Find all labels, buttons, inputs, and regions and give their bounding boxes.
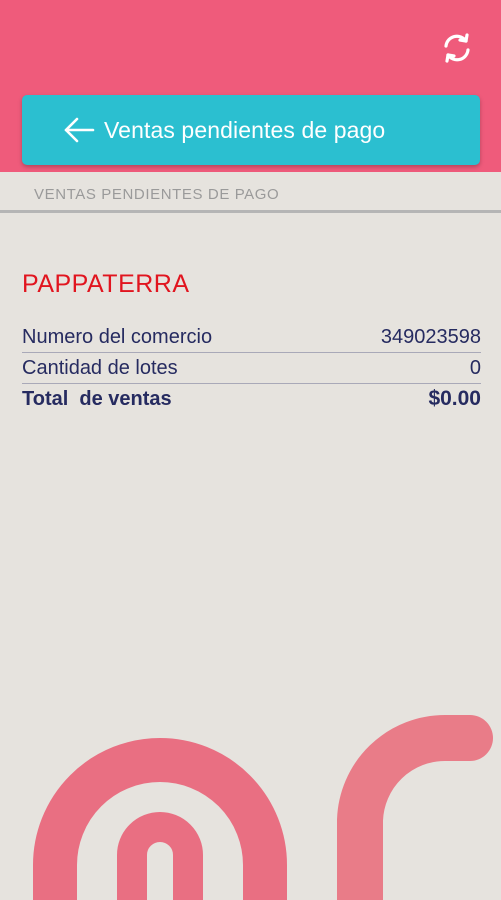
row-value: 349023598	[380, 326, 481, 348]
refresh-button[interactable]	[437, 28, 477, 68]
brand-logo	[33, 715, 493, 900]
back-button[interactable]	[58, 109, 100, 151]
merchant-summary: Numero del comercio 349023598 Cantidad d…	[22, 322, 481, 414]
summary-row-lot-count: Cantidad de lotes 0	[22, 353, 481, 384]
total-label: Total de ventas	[22, 388, 172, 410]
summary-row-total-sales: Total de ventas $0.00	[22, 384, 481, 414]
row-label: Numero del comercio	[22, 326, 213, 348]
merchant-name: PAPPATERRA	[22, 270, 190, 298]
arrow-left-icon	[64, 117, 95, 143]
total-value: $0.00	[428, 387, 481, 410]
section-divider	[0, 210, 501, 213]
summary-row-merchant-number: Numero del comercio 349023598	[22, 322, 481, 353]
row-value: 0	[469, 357, 481, 379]
page-title: Ventas pendientes de pago	[104, 116, 386, 143]
refresh-icon	[444, 33, 470, 63]
header-card: Ventas pendientes de pago	[22, 95, 480, 165]
section-label: VENTAS PENDIENTES DE PAGO	[34, 186, 280, 203]
row-label: Cantidad de lotes	[22, 357, 178, 379]
